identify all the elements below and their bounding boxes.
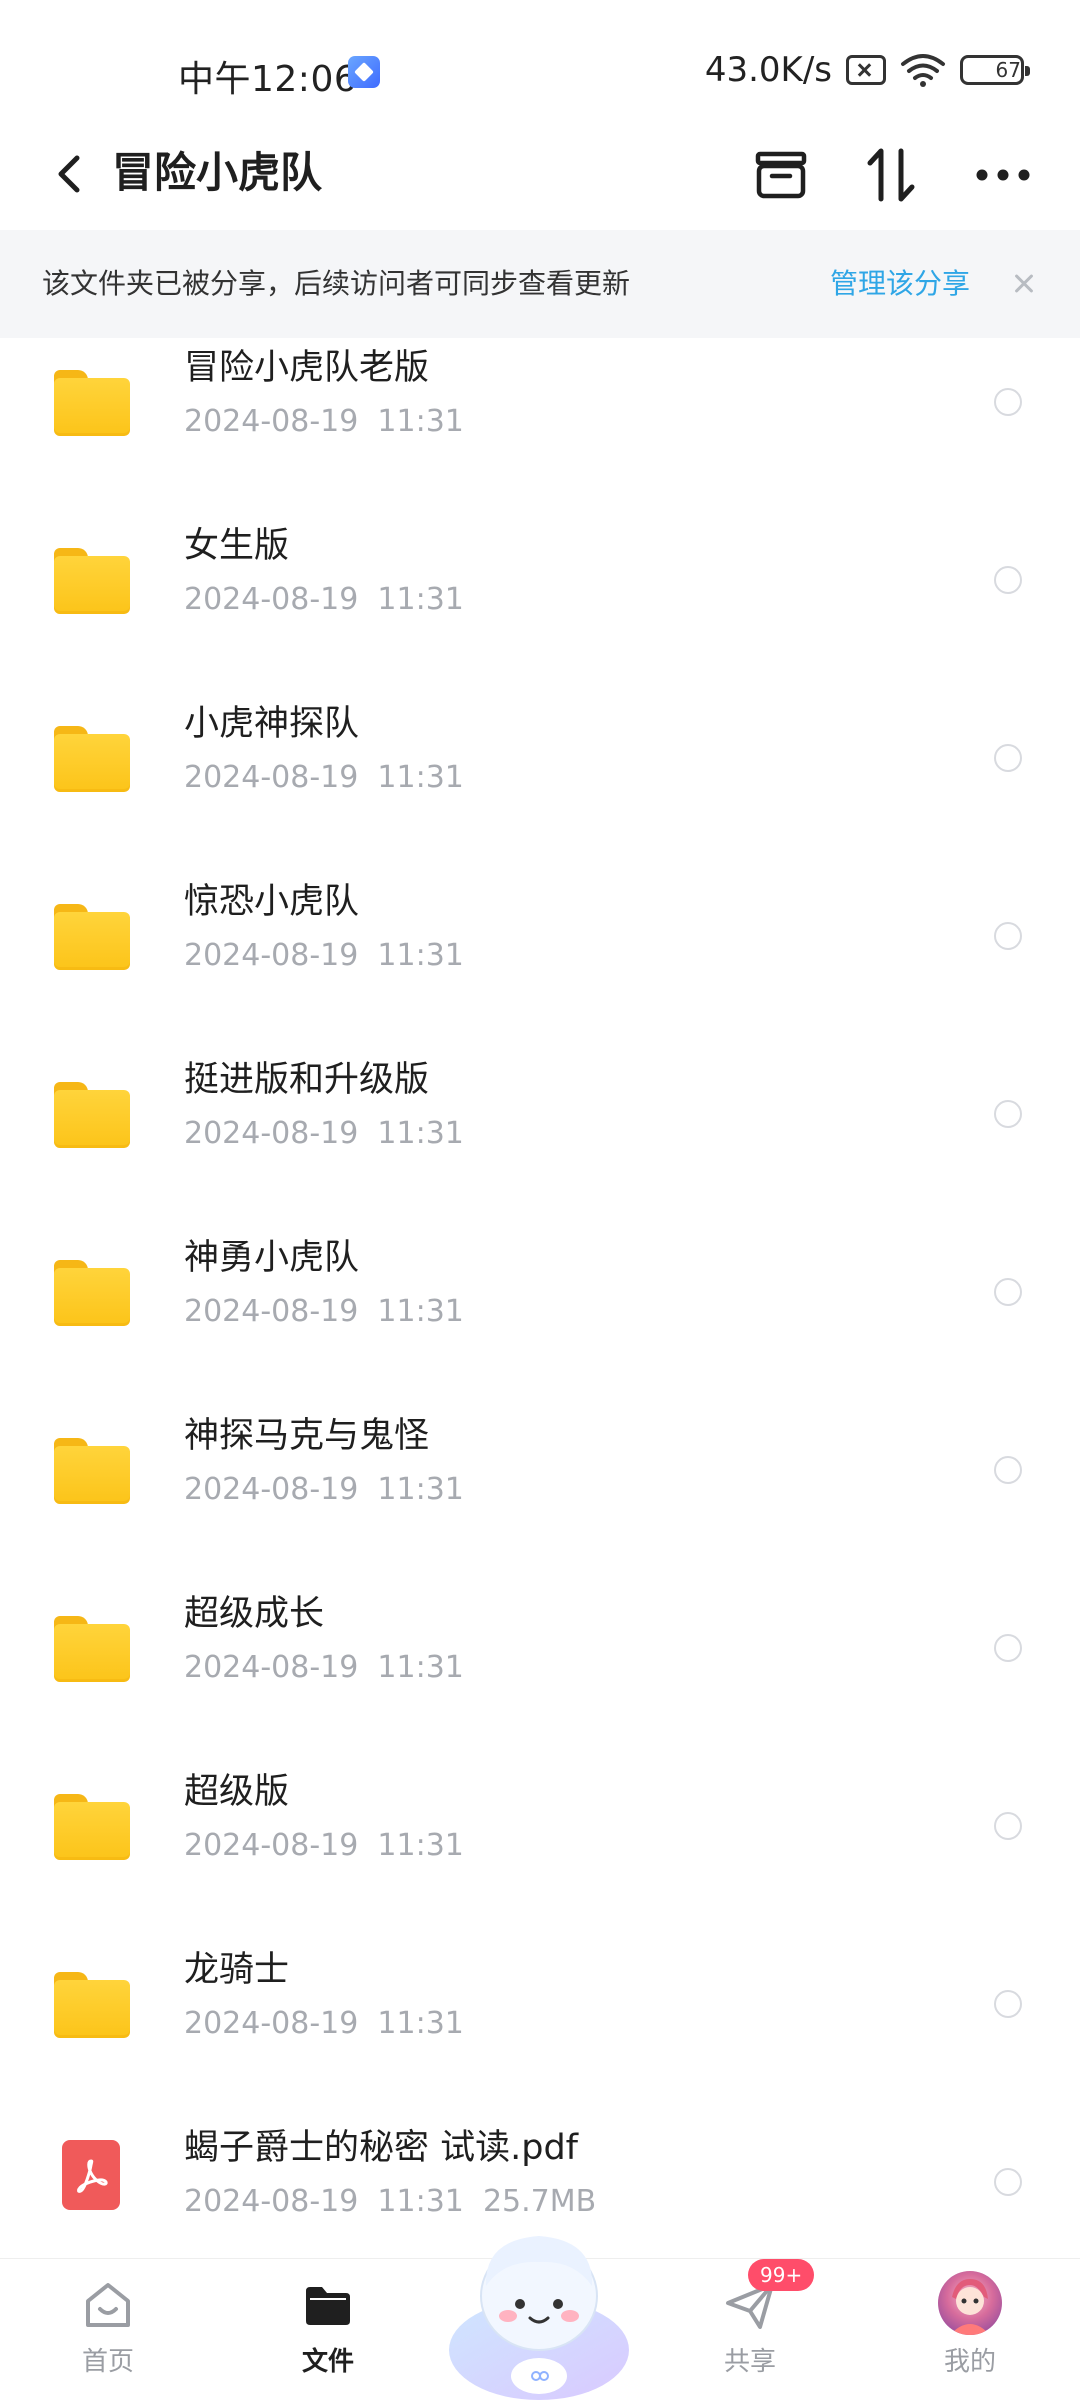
folder-icon: [54, 1434, 130, 1504]
sort-icon: [867, 148, 915, 202]
file-name: 挺进版和升级版: [184, 1060, 430, 1100]
select-radio[interactable]: [994, 388, 1022, 416]
select-radio[interactable]: [994, 744, 1022, 772]
folder-icon: [306, 2287, 350, 2325]
header-bar: 冒险小虎队: [0, 120, 1080, 230]
app-notification-icon: [348, 56, 380, 88]
file-name: 神探马克与鬼怪: [184, 1416, 430, 1456]
archive-icon: [755, 151, 807, 199]
nav-files-label: 文件: [301, 2347, 354, 2377]
back-button[interactable]: [40, 144, 100, 204]
home-icon: [86, 2283, 130, 2327]
list-item[interactable]: 超级成长 2024-08-19 11:31: [0, 1584, 1080, 1762]
no-sim-icon: [846, 55, 886, 85]
status-indicators: 43.0K/s 67: [704, 50, 1030, 90]
nav-home-label: 首页: [81, 2347, 134, 2377]
file-name: 小虎神探队: [184, 704, 360, 744]
share-banner: 该文件夹已被分享，后续访问者可同步查看更新 管理该分享: [0, 230, 1080, 338]
manage-share-link[interactable]: 管理该分享: [830, 230, 970, 338]
list-item[interactable]: 龙骑士 2024-08-19 11:31: [0, 1940, 1080, 2118]
nav-mine-label: 我的: [943, 2347, 996, 2377]
select-radio[interactable]: [994, 1812, 1022, 1840]
battery-icon: 67: [960, 55, 1030, 85]
select-radio[interactable]: [994, 2168, 1022, 2196]
list-item[interactable]: 神勇小虎队 2024-08-19 11:31: [0, 1228, 1080, 1406]
close-icon[interactable]: [1004, 264, 1044, 304]
folder-icon: [54, 1968, 130, 2038]
folder-icon: [54, 544, 130, 614]
nav-share-label: 共享: [723, 2347, 776, 2377]
nav-mine[interactable]: 我的: [900, 2259, 1040, 2400]
file-name: 神勇小虎队: [184, 1238, 360, 1278]
status-time: 中午12:06: [178, 59, 358, 100]
more-icon: [976, 169, 1030, 181]
page-title: 冒险小虎队: [112, 148, 323, 197]
file-name: 惊恐小虎队: [184, 882, 360, 922]
wifi-icon: [901, 54, 945, 87]
folder-icon: [54, 1256, 130, 1326]
share-banner-message: 该文件夹已被分享，后续访问者可同步查看更新: [42, 267, 631, 300]
list-item[interactable]: 神探马克与鬼怪 2024-08-19 11:31: [0, 1406, 1080, 1584]
list-item[interactable]: 冒险小虎队老版 2024-08-19 11:31: [0, 338, 1080, 516]
file-name: 冒险小虎队老版: [184, 348, 430, 388]
select-radio[interactable]: [994, 1456, 1022, 1484]
select-radio[interactable]: [994, 1100, 1022, 1128]
file-meta: 2024-08-19 11:31: [184, 938, 464, 973]
file-name: 蝎子爵士的秘密 试读.pdf: [184, 2128, 579, 2168]
nav-files[interactable]: 文件: [258, 2259, 398, 2400]
file-name: 女生版: [184, 526, 290, 566]
select-radio[interactable]: [994, 1278, 1022, 1306]
folder-icon: [54, 366, 130, 436]
mascot-icon[interactable]: [444, 2200, 634, 2400]
list-item[interactable]: 小虎神探队 2024-08-19 11:31: [0, 694, 1080, 872]
archive-button[interactable]: [746, 140, 816, 210]
file-name: 超级成长: [184, 1594, 325, 1634]
list-item[interactable]: 惊恐小虎队 2024-08-19 11:31: [0, 872, 1080, 1050]
folder-icon: [54, 1790, 130, 1860]
chevron-left-icon: [58, 155, 80, 193]
sort-button[interactable]: [856, 140, 926, 210]
file-meta: 2024-08-19 11:31: [184, 582, 464, 617]
battery-level: 67: [995, 58, 1021, 82]
select-radio[interactable]: [994, 922, 1022, 950]
avatar: [938, 2271, 1002, 2335]
file-meta: 2024-08-19 11:31: [184, 1294, 464, 1329]
list-item[interactable]: 超级版 2024-08-19 11:31: [0, 1762, 1080, 1940]
file-list: 冒险小虎队老版 2024-08-19 11:31 女生版 2024-08-19 …: [0, 338, 1080, 2258]
nav-home[interactable]: 首页: [38, 2259, 178, 2400]
list-item[interactable]: 女生版 2024-08-19 11:31: [0, 516, 1080, 694]
list-item[interactable]: 挺进版和升级版 2024-08-19 11:31: [0, 1050, 1080, 1228]
file-meta: 2024-08-19 11:31: [184, 760, 464, 795]
folder-icon: [54, 1078, 130, 1148]
status-bar: 中午12:06 43.0K/s 67: [0, 0, 1080, 140]
file-meta: 2024-08-19 11:31: [184, 1828, 464, 1863]
folder-icon: [54, 722, 130, 792]
file-meta: 2024-08-19 11:31: [184, 1472, 464, 1507]
pdf-icon: [62, 2140, 120, 2210]
folder-icon: [54, 900, 130, 970]
more-button[interactable]: [968, 140, 1038, 210]
nav-share[interactable]: 99+ 共享: [680, 2259, 820, 2400]
file-meta: 2024-08-19 11:31: [184, 1116, 464, 1151]
select-radio[interactable]: [994, 1634, 1022, 1662]
file-name: 超级版: [184, 1772, 290, 1812]
share-badge: 99+: [748, 2259, 815, 2291]
file-meta: 2024-08-19 11:31: [184, 404, 464, 439]
file-name: 龙骑士: [184, 1950, 290, 1990]
file-meta: 2024-08-19 11:31: [184, 1650, 464, 1685]
select-radio[interactable]: [994, 566, 1022, 594]
file-meta: 2024-08-19 11:31: [184, 2006, 464, 2041]
network-speed: 43.0K/s: [704, 50, 832, 90]
select-radio[interactable]: [994, 1990, 1022, 2018]
folder-icon: [54, 1612, 130, 1682]
